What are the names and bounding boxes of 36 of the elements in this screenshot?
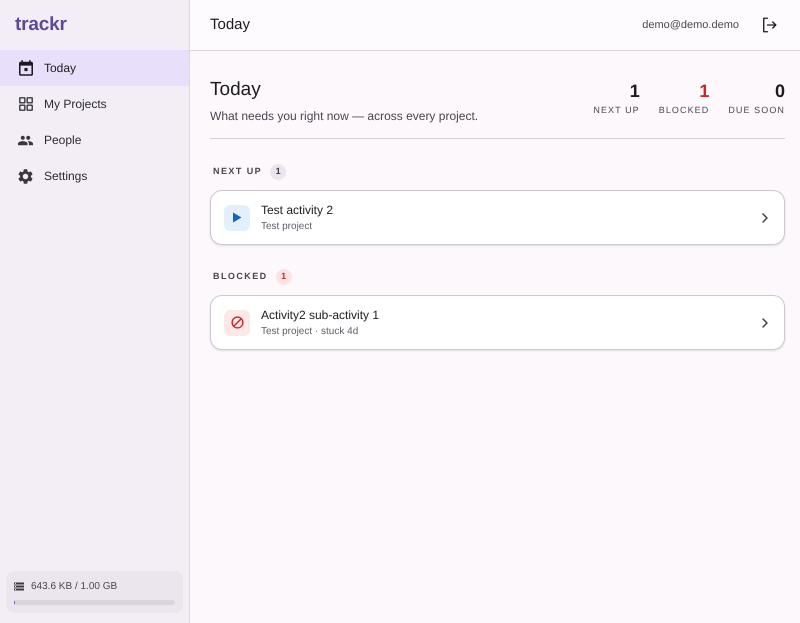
stat-label: BLOCKED: [658, 104, 710, 117]
nav-item[interactable]: My Projects: [0, 86, 189, 122]
storage-icon: [14, 582, 24, 591]
stat-value: 0: [774, 80, 785, 102]
settings-icon: [18, 168, 33, 184]
stat-value: 1: [699, 80, 710, 102]
activity-title: Test activity 2: [261, 202, 334, 218]
page-title: Today: [210, 78, 262, 102]
people-icon: [18, 134, 33, 146]
nav-item[interactable]: Settings: [0, 158, 189, 194]
count-badge: 1: [276, 269, 292, 285]
top-bar-title: Today: [210, 14, 250, 35]
storage-usage-text: 643.6 KB / 1.00 GB: [31, 580, 118, 594]
activity-card[interactable]: Test activity 2 Test project: [210, 190, 785, 245]
nav-item[interactable]: Today: [0, 50, 189, 86]
page-subtitle: What needs you right now — across every project.: [210, 108, 478, 125]
app-logo: trackr: [15, 12, 67, 37]
blocked-icon: [230, 316, 244, 329]
activity-meta: Test project · stuck 4d: [261, 324, 360, 338]
activity-title: Activity2 sub-activity 1: [261, 308, 380, 322]
activity-meta: Test project: [261, 220, 314, 232]
chevron-right-icon: [762, 318, 768, 328]
user-email: demo@demo.demo: [642, 18, 739, 33]
grid-icon: [18, 97, 32, 111]
stat-value: 1: [630, 80, 640, 102]
section-heading: BLOCKED: [213, 270, 268, 284]
logout-icon: [760, 16, 778, 34]
stat-label: NEXT UP: [593, 104, 640, 117]
stat-label: DUE SOON: [728, 104, 785, 117]
play-icon: [232, 212, 242, 223]
chevron-right-icon: [762, 212, 768, 222]
section-heading: NEXT UP: [213, 165, 262, 178]
nav-item[interactable]: People: [0, 122, 189, 158]
activity-card[interactable]: Activity2 sub-activity 1 Test project · stuck 4d: [210, 295, 785, 350]
calendar-icon: [18, 60, 32, 76]
count-badge: 1: [270, 164, 286, 180]
